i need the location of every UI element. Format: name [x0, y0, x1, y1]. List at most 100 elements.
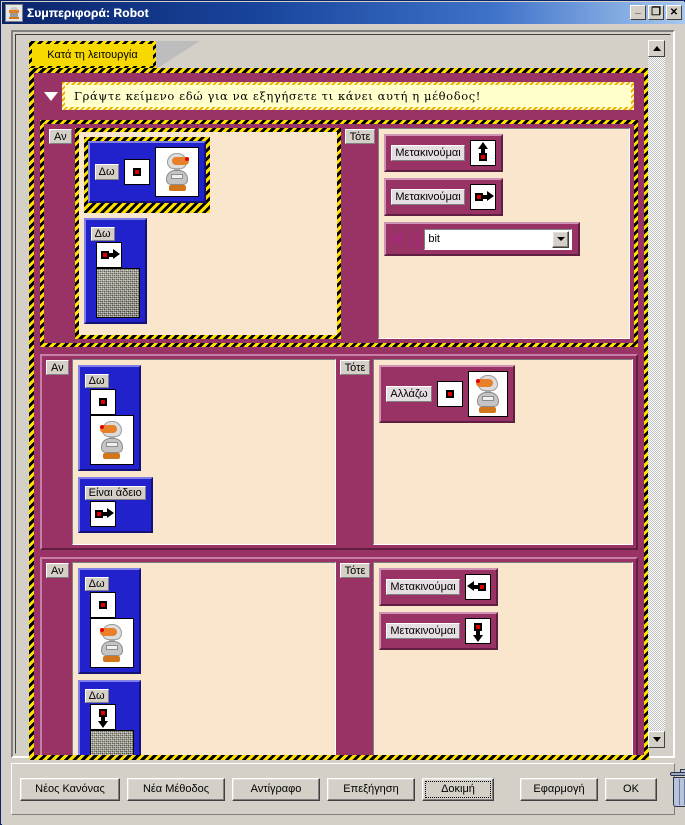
scroll-down-button[interactable]	[648, 731, 665, 748]
move-action-tile[interactable]: Μετακινούμαι	[384, 178, 503, 216]
direction-indicator-left[interactable]	[464, 574, 491, 600]
method-editor: Γράψτε κείμενο εδώ για να εξηγήσετε τι κ…	[34, 73, 644, 755]
direction-indicator-right[interactable]	[89, 501, 116, 527]
button-label: Νέα Μέθοδος	[142, 783, 210, 795]
move-action-tile[interactable]: Μετακινούμαι	[379, 612, 498, 650]
direction-indicator-right[interactable]	[469, 184, 496, 210]
sound-select-value: bit	[428, 233, 440, 245]
rule-3[interactable]: Αν Δω Δω Τότε Μετακινούμαι Μετακινούμαι	[40, 557, 638, 755]
direction-arrow-head	[112, 249, 120, 259]
window-controls: _ ❐ ✕	[630, 5, 682, 20]
robot-sprite	[95, 420, 129, 460]
then-zone[interactable]: Αλλάζω	[373, 359, 633, 545]
button-bar: Νέος Κανόνας Νέα Μέθοδος Αντίγραφο Επεξήγησ…	[11, 763, 685, 815]
rules-list: Αν Δω Δω Τότε Μετακινούμαι Μετακινούμαι bit Αν Δ…	[40, 120, 638, 755]
condition-label: Δω	[94, 164, 119, 180]
speaker-icon	[392, 228, 420, 252]
maximize-button[interactable]: ❐	[648, 5, 664, 20]
if-zone[interactable]: Δω Δω	[71, 562, 336, 755]
direction-arrow-head	[466, 581, 474, 591]
rule-1[interactable]: Αν Δω Δω Τότε Μετακινούμαι Μετακινούμαι bit	[40, 120, 638, 347]
direction-indicator-down[interactable]	[464, 618, 491, 644]
speaker-w2	[406, 230, 420, 252]
move-action-tile[interactable]: Μετακινούμαι	[384, 134, 503, 172]
change-action-tile[interactable]: Αλλάζω	[379, 365, 515, 423]
button-label: Νέος Κανόνας	[35, 783, 105, 795]
minimize-button[interactable]: _	[630, 5, 646, 20]
condition-label: Είναι άδειο	[84, 486, 146, 500]
vertical-scrollbar[interactable]	[648, 40, 665, 748]
chevron-down-icon[interactable]	[552, 230, 570, 248]
direction-indicator-center[interactable]	[123, 159, 150, 185]
texture-tile-image[interactable]	[95, 268, 140, 318]
if-label: Αν	[49, 129, 72, 144]
button-δοκιμή[interactable]: Δοκιμή	[422, 777, 494, 801]
texture-tile-image[interactable]	[89, 730, 134, 755]
robot-arm	[105, 442, 118, 447]
triangle-down-icon	[44, 91, 58, 101]
condition-tile[interactable]: Δω	[77, 680, 141, 755]
method-editor-frame: Γράψτε κείμενο εδώ για να εξηγήσετε τι κ…	[29, 68, 649, 760]
button-label: Επεξήγηση	[343, 783, 399, 795]
rules-panel: Κατά τη λειτουργία Γράψτε κείμενο εδώ γι…	[11, 30, 675, 760]
condition-tile[interactable]: Δω	[77, 568, 141, 674]
rule-body: Αν Δω Είναι άδειο Τότε Αλλάζω	[40, 354, 638, 550]
robot-tile-image[interactable]	[89, 415, 134, 465]
direction-dot	[478, 153, 487, 161]
condition-tile[interactable]: Είναι άδειο	[77, 477, 153, 533]
then-label: Τότε	[339, 563, 371, 578]
button-label: Δοκιμή	[441, 783, 475, 795]
comment-row: Γράψτε κείμενο εδώ για να εξηγήσετε τι κ…	[40, 79, 638, 113]
direction-indicator-down[interactable]	[89, 704, 116, 730]
collapse-toggle[interactable]	[40, 79, 62, 113]
direction-indicator-center[interactable]	[89, 389, 116, 415]
then-zone[interactable]: Μετακινούμαι Μετακινούμαι	[373, 562, 633, 755]
robot-eye	[475, 379, 480, 383]
move-action-tile[interactable]: Μετακινούμαι	[379, 568, 498, 606]
button-ok[interactable]: OK	[605, 777, 657, 801]
tab-during-operation[interactable]: Κατά τη λειτουργία	[29, 41, 156, 69]
direction-dot	[100, 251, 109, 259]
condition-label: Δω	[84, 689, 109, 703]
button-νέος-κανόνας[interactable]: Νέος Κανόνας	[20, 777, 120, 801]
direction-indicator-center[interactable]	[89, 592, 116, 618]
condition-tile[interactable]: Δω	[87, 141, 206, 203]
robot-eye	[99, 425, 104, 429]
then-label: Τότε	[344, 129, 376, 144]
direction-indicator-up[interactable]	[469, 140, 496, 166]
if-zone[interactable]: Δω Είναι άδειο	[71, 359, 336, 545]
if-zone[interactable]: Δω Δω	[78, 132, 337, 335]
direction-indicator-center[interactable]	[436, 381, 463, 407]
button-αντίγραφο[interactable]: Αντίγραφο	[232, 777, 320, 801]
direction-arrow-head	[472, 635, 483, 642]
direction-indicator-right[interactable]	[95, 242, 122, 268]
scroll-up-button[interactable]	[648, 40, 665, 57]
direction-dot	[98, 601, 107, 609]
direction-arrow-head	[477, 142, 488, 149]
sound-select[interactable]: bit	[424, 228, 573, 250]
tab-label: Κατά τη λειτουργία	[47, 49, 138, 61]
button-εφαρμογή[interactable]: Εφαρμογή	[520, 777, 598, 801]
condition-tile[interactable]: Δω	[83, 218, 147, 324]
rule-2[interactable]: Αν Δω Είναι άδειο Τότε Αλλάζω	[40, 354, 638, 550]
button-νέα-μέθοδος[interactable]: Νέα Μέθοδος	[127, 777, 225, 801]
close-icon: ✕	[669, 7, 679, 18]
button-επεξήγηση[interactable]: Επεξήγηση	[327, 777, 415, 801]
comment-field[interactable]: Γράψτε κείμενο εδώ για να εξηγήσετε τι κ…	[65, 85, 631, 107]
robot-tile-image[interactable]	[467, 371, 508, 417]
robot-base	[478, 407, 496, 413]
then-zone[interactable]: Μετακινούμαι Μετακινούμαι bit	[378, 128, 630, 339]
title-bar[interactable]: Συμπεριφορά: Robot _ ❐ ✕	[2, 2, 685, 24]
trash-icon[interactable]	[670, 769, 685, 809]
speaker-box	[392, 235, 398, 243]
condition-tile[interactable]: Δω	[77, 365, 141, 471]
robot-sprite	[95, 623, 129, 663]
close-button[interactable]: ✕	[666, 5, 682, 20]
sound-action-tile[interactable]: bit	[384, 222, 581, 256]
client-area: Κατά τη λειτουργία Γράψτε κείμενο εδώ γι…	[2, 24, 685, 825]
button-label: Αντίγραφο	[250, 783, 302, 795]
direction-dot	[94, 510, 103, 518]
tab-fold-decoration	[156, 41, 200, 69]
robot-tile-image[interactable]	[89, 618, 134, 668]
robot-tile-image[interactable]	[154, 147, 199, 197]
